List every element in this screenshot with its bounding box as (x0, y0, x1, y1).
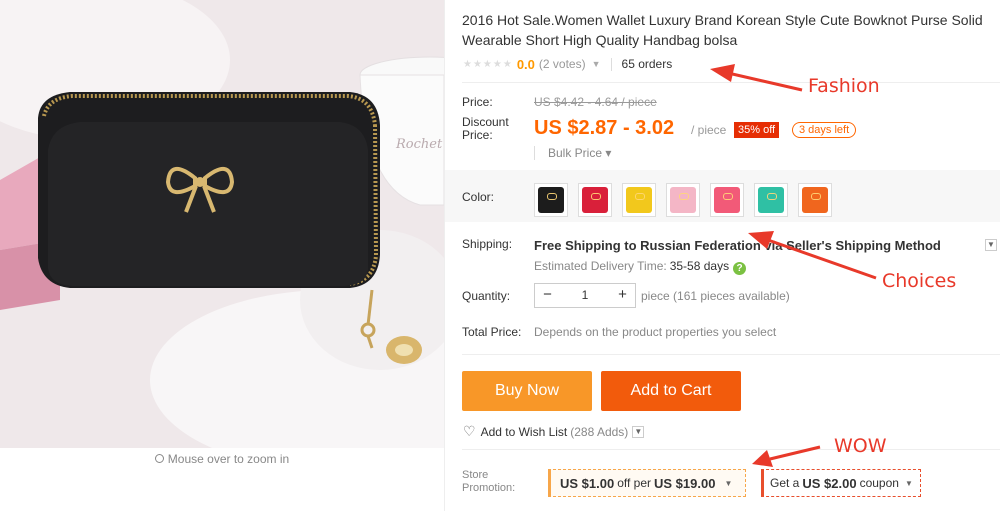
store-promotion-line2: Promotion: (462, 482, 516, 494)
wish-list-count: (288 Adds) (570, 424, 629, 439)
store-promotion-label: Store Promotion: (462, 469, 515, 495)
swatch-fill (582, 187, 608, 213)
wish-list-link[interactable]: ♡ Add to Wish List (288 Adds) ▼ (463, 423, 645, 440)
store-promotion-line1: Store (462, 469, 489, 481)
rating-row: ★★★★★ 0.0 (2 votes) ▼ 65 orders (463, 55, 672, 73)
discount-badge: 35% off (734, 122, 780, 138)
get-coupon-button[interactable]: Get a US $2.00 coupon ▼ (761, 469, 921, 497)
price-label: Price: (462, 95, 493, 109)
store-discount-coupon[interactable]: US $1.00 off per US $19.00 ▼ (548, 469, 746, 497)
product-info-panel: 2016 Hot Sale.Women Wallet Luxury Brand … (444, 0, 1000, 511)
shipping-method[interactable]: Free Shipping to Russian Federation via … (534, 238, 941, 253)
color-swatch-orange[interactable] (798, 183, 832, 217)
coupon2-suffix: coupon (859, 476, 899, 490)
add-to-cart-button[interactable]: Add to Cart (601, 371, 741, 411)
chevron-down-icon: ▼ (904, 478, 913, 488)
rating-stars-icon: ★★★★★ (463, 58, 513, 70)
product-gallery: Rochet Mouse over to zoom in (0, 0, 444, 511)
chevron-down-icon: ▼ (724, 478, 733, 488)
product-title: 2016 Hot Sale.Women Wallet Luxury Brand … (462, 12, 983, 48)
original-price: US $4.42 - 4.64 / piece (534, 95, 657, 109)
discount-price: US $2.87 - 3.02 (534, 117, 675, 139)
color-swatch-green[interactable] (754, 183, 788, 217)
chevron-down-icon[interactable]: ▼ (632, 425, 645, 438)
color-swatch-list (534, 183, 842, 217)
swatch-fill (626, 187, 652, 213)
swatch-fill (758, 187, 784, 213)
chevron-down-icon[interactable]: ▼ (592, 59, 601, 69)
annotation-choices: Choices (882, 270, 957, 292)
coupon1-amount: US $1.00 (560, 475, 615, 491)
divider (610, 57, 612, 71)
color-swatch-pink[interactable] (710, 183, 744, 217)
zoom-hint: Mouse over to zoom in (0, 452, 444, 466)
quantity-label: Quantity: (462, 289, 511, 303)
coupon1-threshold: US $19.00 (654, 475, 716, 491)
shipping-label: Shipping: (462, 237, 513, 251)
swatch-fill (802, 187, 828, 213)
color-swatch-black[interactable] (534, 183, 568, 217)
annotation-fashion: Fashion (808, 75, 880, 97)
orders-count: 65 orders (621, 57, 673, 71)
days-left-badge: 3 days left (792, 122, 857, 138)
chevron-down-icon[interactable]: ▼ (985, 239, 997, 251)
color-swatch-yellow[interactable] (622, 183, 656, 217)
price-unit: / piece (691, 123, 727, 137)
rating-value: 0.0 (516, 56, 535, 72)
zoom-hint-text: Mouse over to zoom in (167, 452, 290, 466)
color-swatch-light-pink[interactable] (666, 183, 700, 217)
help-icon[interactable]: ? (733, 262, 747, 275)
cup-logo-text: Rochet (396, 137, 443, 152)
bulk-price-dropdown[interactable]: Bulk Price ▾ (534, 146, 611, 160)
coupon1-text: off per (617, 476, 652, 490)
total-price-label: Total Price: (462, 325, 522, 339)
coupon2-amount: US $2.00 (802, 475, 857, 491)
discount-label-line1: Discount (462, 115, 509, 129)
wish-list-label: Add to Wish List (480, 424, 568, 439)
divider (462, 354, 1000, 355)
swatch-fill (714, 187, 740, 213)
product-image[interactable]: Rochet (0, 0, 444, 448)
swatch-fill (538, 187, 564, 213)
quantity-input[interactable]: 1 (560, 284, 610, 307)
votes-link[interactable]: (2 votes) (539, 57, 586, 71)
annotation-wow: WOW (834, 435, 887, 457)
discount-price-label: Discount Price: (462, 116, 509, 142)
divider (462, 449, 1000, 450)
heart-icon: ♡ (463, 423, 476, 439)
stock-info: piece (161 pieces available) (641, 289, 790, 303)
discount-label-line2: Price: (462, 128, 493, 142)
wallet-photo-illustration (0, 0, 444, 448)
buy-now-button[interactable]: Buy Now (462, 371, 592, 411)
total-price-note: Depends on the product properties you se… (534, 325, 777, 339)
swatch-fill (670, 187, 696, 213)
divider (462, 82, 1000, 83)
delivery-estimate: Estimated Delivery Time: 35-58 days? (534, 259, 747, 275)
estimate-value: 35-58 days (669, 259, 730, 273)
increase-quantity-button[interactable]: + (610, 284, 635, 307)
color-swatch-red[interactable] (578, 183, 612, 217)
decrease-quantity-button[interactable]: − (535, 284, 560, 307)
color-label: Color: (462, 190, 495, 204)
magnifier-icon (154, 454, 164, 463)
quantity-stepper: − 1 + (534, 283, 636, 308)
estimate-label: Estimated Delivery Time: (534, 259, 667, 273)
coupon2-prefix: Get a (770, 476, 800, 490)
